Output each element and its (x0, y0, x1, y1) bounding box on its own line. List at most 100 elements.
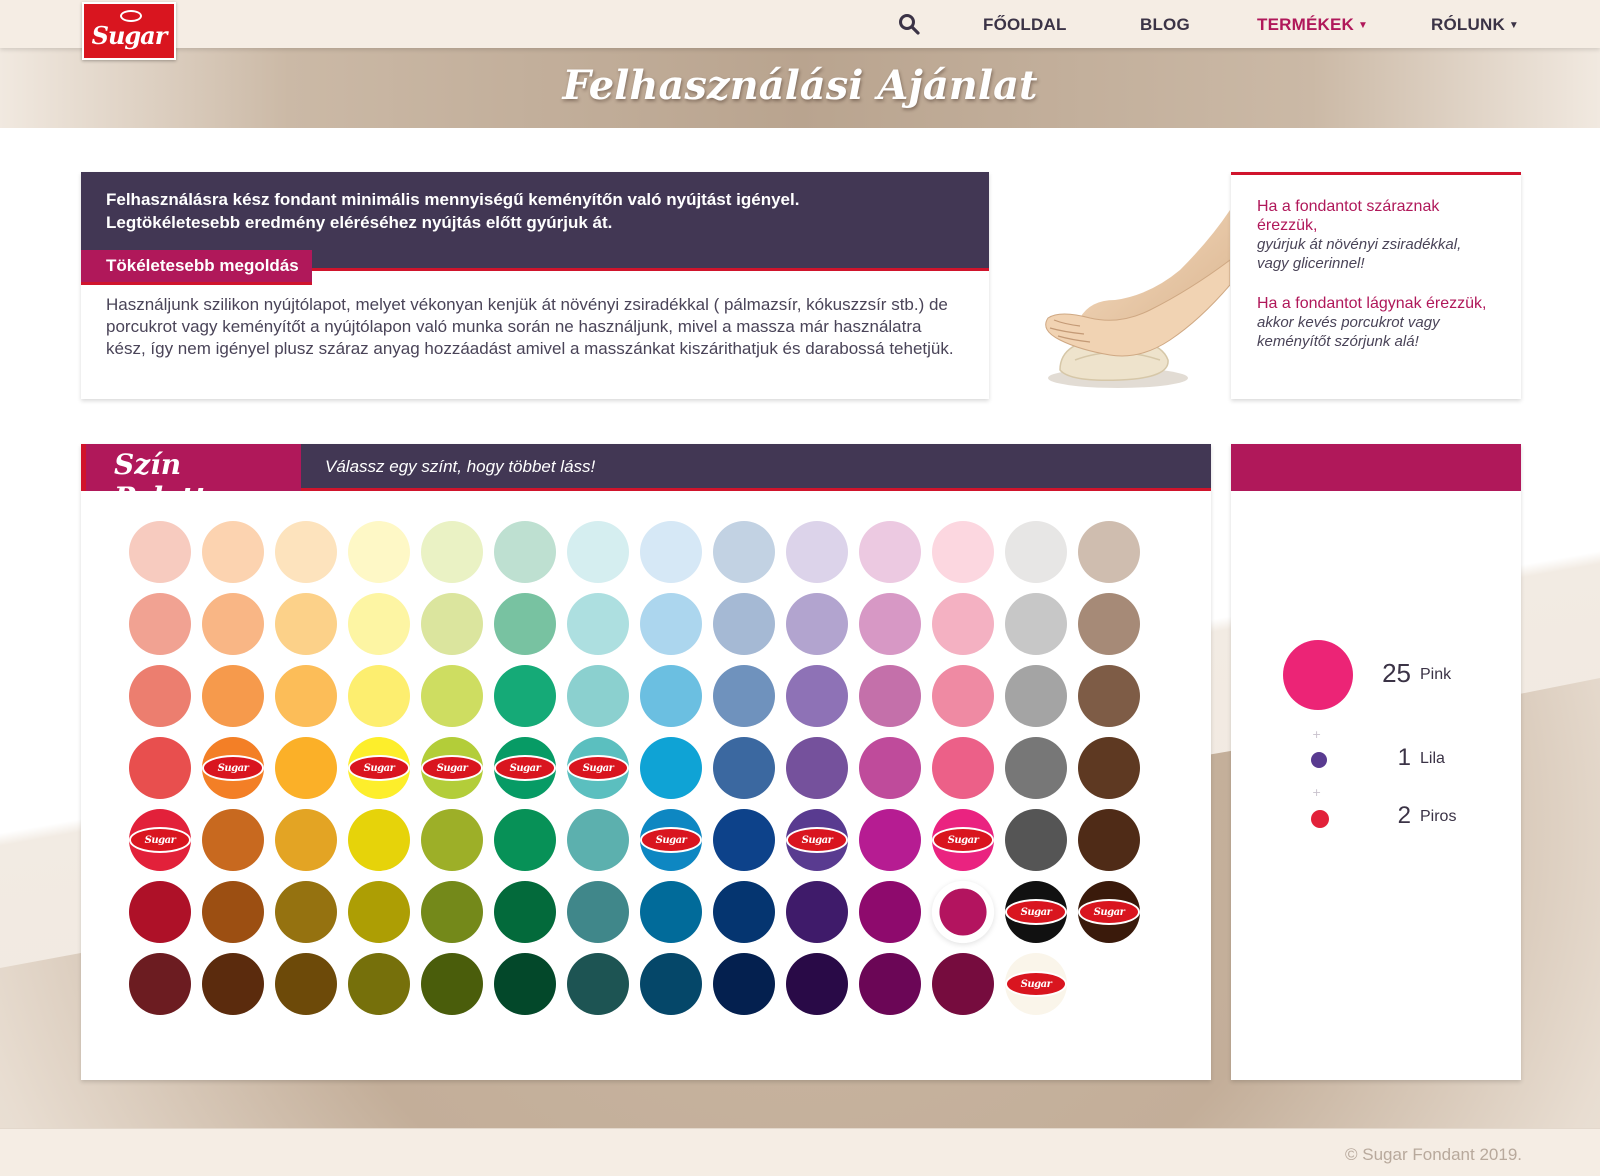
color-swatch[interactable] (421, 593, 483, 655)
color-swatch[interactable] (494, 521, 556, 583)
color-swatch[interactable] (129, 737, 191, 799)
color-swatch[interactable] (421, 665, 483, 727)
nav-products-dropdown[interactable]: TERMÉKEK ▼ (1257, 15, 1368, 35)
color-swatch[interactable] (275, 953, 337, 1015)
color-swatch[interactable]: Sugar (1078, 881, 1140, 943)
color-swatch[interactable] (202, 809, 264, 871)
color-swatch[interactable]: Sugar (932, 809, 994, 871)
color-swatch[interactable]: Sugar (640, 809, 702, 871)
color-swatch[interactable] (859, 665, 921, 727)
color-swatch[interactable] (567, 881, 629, 943)
color-swatch[interactable] (129, 953, 191, 1015)
color-swatch[interactable] (275, 881, 337, 943)
color-swatch[interactable] (713, 881, 775, 943)
color-swatch[interactable] (1078, 521, 1140, 583)
color-swatch[interactable] (859, 521, 921, 583)
color-swatch[interactable] (129, 521, 191, 583)
color-swatch[interactable] (859, 593, 921, 655)
color-swatch[interactable] (713, 521, 775, 583)
color-swatch[interactable] (348, 593, 410, 655)
color-swatch[interactable] (786, 521, 848, 583)
color-swatch[interactable] (348, 521, 410, 583)
color-swatch[interactable] (1078, 593, 1140, 655)
color-swatch[interactable] (129, 665, 191, 727)
color-swatch[interactable] (713, 593, 775, 655)
color-swatch[interactable] (1078, 809, 1140, 871)
color-swatch[interactable] (932, 593, 994, 655)
color-swatch[interactable] (1078, 737, 1140, 799)
color-swatch[interactable]: Sugar (129, 809, 191, 871)
color-swatch[interactable] (713, 665, 775, 727)
color-swatch[interactable] (786, 881, 848, 943)
color-swatch[interactable] (640, 953, 702, 1015)
color-swatch[interactable] (786, 953, 848, 1015)
color-swatch[interactable] (786, 737, 848, 799)
color-swatch[interactable] (640, 881, 702, 943)
color-swatch[interactable] (275, 737, 337, 799)
color-swatch[interactable]: Sugar (348, 737, 410, 799)
color-swatch[interactable] (421, 809, 483, 871)
color-swatch[interactable]: Sugar (786, 809, 848, 871)
color-swatch[interactable]: Sugar (567, 737, 629, 799)
color-swatch[interactable] (202, 665, 264, 727)
color-swatch[interactable] (1005, 665, 1067, 727)
color-swatch[interactable] (202, 881, 264, 943)
color-swatch[interactable] (275, 521, 337, 583)
color-swatch[interactable] (640, 665, 702, 727)
color-swatch[interactable] (494, 809, 556, 871)
color-swatch[interactable] (567, 953, 629, 1015)
color-swatch[interactable]: Sugar (421, 737, 483, 799)
color-swatch[interactable] (713, 953, 775, 1015)
color-swatch[interactable] (494, 593, 556, 655)
color-swatch[interactable] (421, 953, 483, 1015)
color-swatch[interactable] (494, 953, 556, 1015)
sugar-logo[interactable]: Sugar (82, 2, 176, 60)
color-swatch[interactable] (640, 521, 702, 583)
color-swatch[interactable] (202, 593, 264, 655)
color-swatch[interactable] (348, 881, 410, 943)
color-swatch[interactable]: Sugar (1005, 881, 1067, 943)
color-swatch[interactable] (932, 737, 994, 799)
color-swatch[interactable] (567, 593, 629, 655)
color-swatch[interactable] (421, 521, 483, 583)
color-swatch[interactable] (275, 593, 337, 655)
color-swatch[interactable] (939, 888, 987, 936)
color-swatch[interactable] (494, 881, 556, 943)
color-swatch[interactable]: Sugar (494, 737, 556, 799)
color-swatch[interactable] (567, 809, 629, 871)
color-swatch[interactable] (202, 953, 264, 1015)
color-swatch[interactable] (640, 737, 702, 799)
color-swatch[interactable] (1005, 809, 1067, 871)
color-swatch[interactable] (1078, 665, 1140, 727)
color-swatch[interactable] (932, 665, 994, 727)
color-swatch[interactable] (1005, 737, 1067, 799)
color-swatch[interactable] (713, 809, 775, 871)
color-swatch[interactable]: Sugar (202, 737, 264, 799)
color-swatch[interactable] (932, 953, 994, 1015)
nav-about-dropdown[interactable]: RÓLUNK ▼ (1431, 15, 1519, 35)
color-swatch[interactable] (421, 881, 483, 943)
color-swatch[interactable] (348, 665, 410, 727)
color-swatch[interactable] (859, 737, 921, 799)
color-swatch[interactable] (932, 521, 994, 583)
color-swatch[interactable] (1005, 593, 1067, 655)
color-swatch[interactable] (859, 953, 921, 1015)
color-swatch[interactable] (713, 737, 775, 799)
color-swatch[interactable] (348, 809, 410, 871)
color-swatch[interactable] (348, 953, 410, 1015)
color-swatch[interactable] (275, 809, 337, 871)
color-swatch[interactable] (567, 665, 629, 727)
color-swatch[interactable] (640, 593, 702, 655)
nav-blog-link[interactable]: BLOG (1140, 15, 1190, 35)
color-swatch[interactable] (129, 881, 191, 943)
color-swatch[interactable] (786, 665, 848, 727)
color-swatch[interactable] (567, 521, 629, 583)
color-swatch[interactable]: Sugar (1005, 953, 1067, 1015)
color-swatch[interactable] (786, 593, 848, 655)
color-swatch[interactable] (275, 665, 337, 727)
color-swatch[interactable] (1005, 521, 1067, 583)
color-swatch[interactable] (202, 521, 264, 583)
color-swatch[interactable] (129, 593, 191, 655)
search-icon[interactable] (898, 13, 920, 35)
color-swatch[interactable] (859, 881, 921, 943)
